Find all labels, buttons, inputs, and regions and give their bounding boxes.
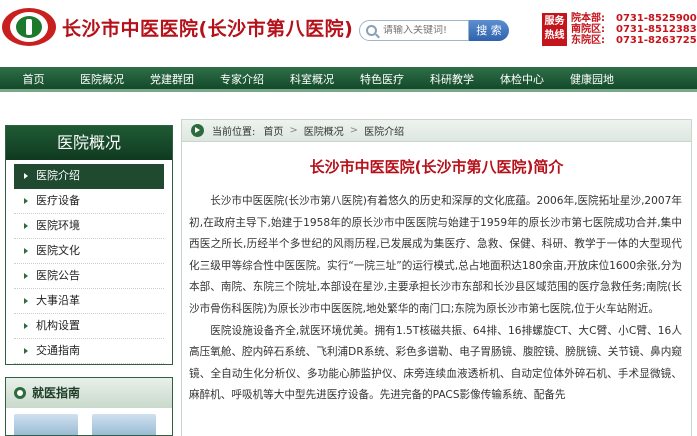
article-title: 长沙市中医医院(长沙市第八医院)简介 (309, 158, 564, 176)
search-button[interactable]: 搜 索 (469, 20, 509, 41)
logo-core (16, 16, 42, 38)
phone-label: 院本部: (571, 13, 605, 24)
sidebar-item-notices[interactable]: 医院公告 (14, 264, 164, 289)
phone-label: 东院区: (571, 35, 605, 46)
phone-number: 0731-82637257 (616, 35, 697, 46)
arrow-right-icon (24, 348, 28, 354)
sidebar-item-label: 医院环境 (36, 219, 80, 232)
sidebar-list: 医院介绍 医疗设备 医院环境 医院文化 医院公告 大事沿革 机构设置 交通指南 (6, 160, 172, 364)
arrow-right-icon (24, 298, 28, 304)
sidebar-item-label: 医院介绍 (36, 169, 80, 182)
main-nav: 首页 医院概况 党建群团 专家介绍 科室概况 特色医疗 科研教学 体检中心 健康… (0, 67, 697, 92)
breadcrumb-prefix: 当前位置: (212, 127, 256, 138)
nav-item-home[interactable]: 首页 (0, 67, 67, 89)
breadcrumb-separator-icon: > (289, 125, 298, 136)
arrow-right-icon (24, 273, 28, 279)
article-body: 长沙市中医医院(长沙市第八医院)有着悠久的历史和深厚的文化底蕴。2006年,医院… (182, 191, 691, 407)
sidebar-item-intro[interactable]: 医院介绍 (14, 164, 164, 189)
sidebar-item-equipment[interactable]: 医疗设备 (14, 189, 164, 214)
guide-thumbnail[interactable] (92, 414, 156, 435)
breadcrumb: 当前位置: 首页 > 医院概况 > 医院介绍 (182, 120, 691, 142)
guide-panel: 就医指南 (5, 377, 173, 436)
search-icon (366, 25, 377, 36)
sidebar-item-label: 机构设置 (36, 319, 80, 332)
site-title[interactable]: 长沙市中医医院(长沙市第八医院) (62, 14, 353, 41)
guide-thumbnails (14, 414, 170, 435)
sidebar-item-transport[interactable]: 交通指南 (14, 339, 164, 364)
search-box[interactable] (359, 20, 469, 41)
location-icon (191, 124, 204, 137)
sidebar-item-label: 医疗设备 (36, 194, 80, 207)
sidebar-item-organization[interactable]: 机构设置 (14, 314, 164, 339)
arrow-right-icon (24, 223, 28, 229)
nav-item-checkup[interactable]: 体检中心 (487, 67, 557, 89)
phone-number: 0731-85123831 (616, 24, 697, 35)
search-input[interactable] (383, 25, 467, 36)
sidebar-item-label: 交通指南 (36, 344, 80, 357)
sidebar-panel: 医院概况 医院介绍 医疗设备 医院环境 医院文化 医院公告 大事沿革 机构设置 (5, 125, 173, 365)
phone-row: 院本部: 0731-85259000 (571, 13, 697, 24)
phone-number: 0731-85259000 (616, 13, 697, 24)
breadcrumb-overview[interactable]: 医院概况 (304, 123, 344, 138)
sidebar-item-label: 医院文化 (36, 244, 80, 257)
phone-row: 东院区: 0731-82637257 (571, 35, 697, 46)
guide-header[interactable]: 就医指南 (6, 378, 172, 408)
arrow-right-icon (24, 198, 28, 204)
article-paragraph: 长沙市中医医院(长沙市第八医院)有着悠久的历史和深厚的文化底蕴。2006年,医院… (189, 195, 682, 315)
guide-thumbnail[interactable] (14, 414, 78, 435)
article-paragraph: 医院设施设备齐全,就医环境优美。拥有1.5T核磁共振、64排、16排螺旋CT、大… (189, 324, 682, 402)
nav-item-research[interactable]: 科研教学 (417, 67, 487, 89)
arrow-right-icon (24, 323, 28, 329)
sidebar-item-label: 医院公告 (36, 269, 80, 282)
breadcrumb-separator-icon: > (349, 125, 359, 136)
sidebar-item-label: 大事沿革 (36, 294, 80, 307)
nav-item-experts[interactable]: 专家介绍 (207, 67, 277, 89)
nav-item-health[interactable]: 健康园地 (557, 67, 627, 89)
arrow-right-icon (24, 173, 28, 179)
main-content: 当前位置: 首页 > 医院概况 > 医院介绍 长沙市中医医院(长沙市第八医院)简… (181, 119, 692, 436)
sidebar-title: 医院概况 (6, 126, 172, 160)
nav-item-overview[interactable]: 医院概况 (67, 67, 137, 89)
breadcrumb-current[interactable]: 医院介绍 (364, 123, 404, 138)
sidebar-item-environment[interactable]: 医院环境 (14, 214, 164, 239)
nav-item-party[interactable]: 党建群团 (137, 67, 207, 89)
hotline-badge: 服务热线 (542, 13, 567, 46)
phone-row: 南院区: 0731-85123831 (571, 24, 697, 35)
nav-item-departments[interactable]: 科室概况 (277, 67, 347, 89)
guide-title: 就医指南 (32, 386, 81, 400)
phone-list: 院本部: 0731-85259000 南院区: 0731-85123831 东院… (571, 13, 697, 46)
sidebar-item-culture[interactable]: 医院文化 (14, 239, 164, 264)
hospital-logo-icon[interactable] (2, 8, 56, 46)
phone-label: 南院区: (571, 24, 605, 35)
breadcrumb-home[interactable]: 首页 (263, 123, 283, 138)
guide-icon (14, 387, 26, 399)
site-header: 长沙市中医医院(长沙市第八医院) 搜 索 服务热线 院本部: 0731-8525… (0, 0, 697, 62)
arrow-right-icon (24, 248, 28, 254)
nav-item-featured[interactable]: 特色医疗 (347, 67, 417, 89)
sidebar-item-history[interactable]: 大事沿革 (14, 289, 164, 314)
